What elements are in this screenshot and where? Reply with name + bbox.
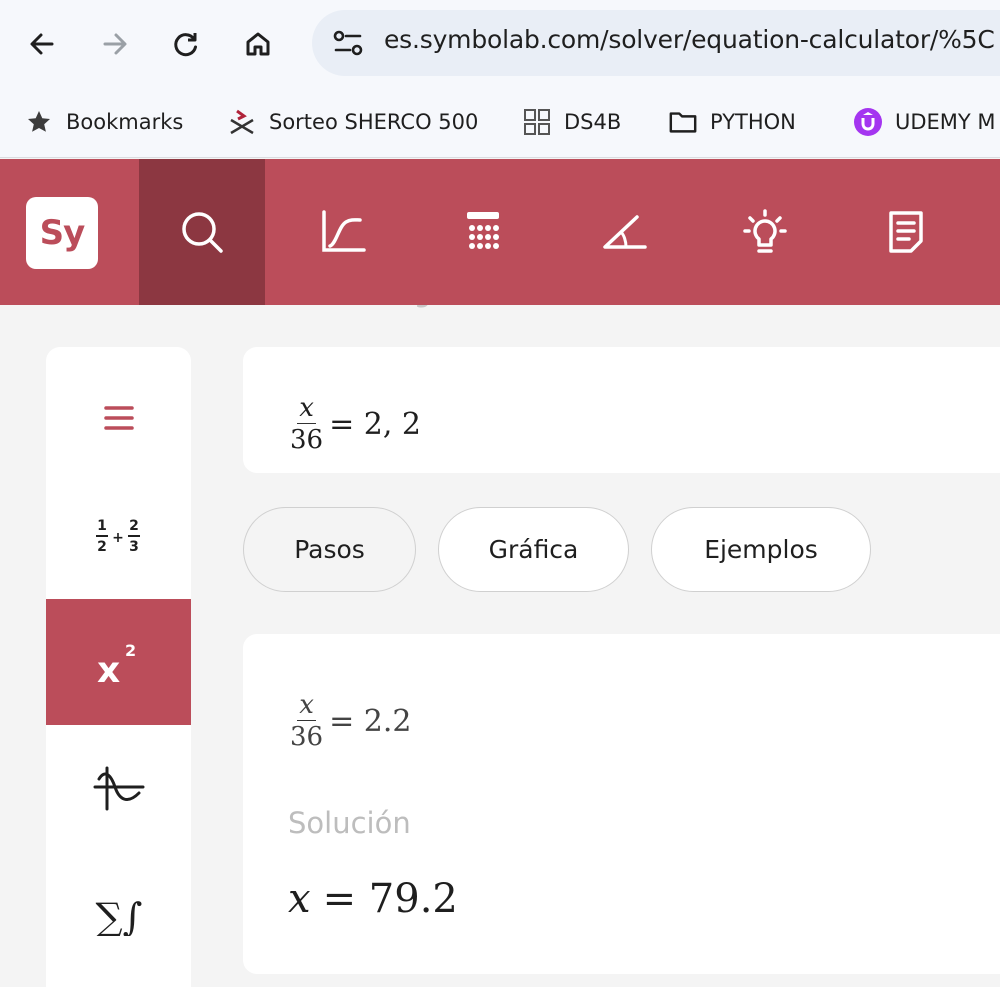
exponent-glyph: 2	[125, 641, 136, 660]
solution-value: = 79.2	[322, 876, 458, 922]
address-bar[interactable]: es.symbolab.com/solver/equation-calculat…	[312, 10, 1000, 76]
calculus-icon: ∑∫	[95, 895, 142, 936]
exponent-icon: x 2	[97, 641, 136, 688]
lightbulb-icon	[743, 209, 787, 253]
sidebar-item-fractions[interactable]: 1 2 + 2 3	[46, 473, 191, 599]
tab-search[interactable]	[139, 159, 265, 305]
fractions-glyph: 2	[97, 539, 107, 555]
bookmark-label: UDEMY M	[895, 110, 996, 134]
reload-icon	[174, 33, 197, 57]
solution-numerator: x	[297, 690, 316, 721]
sidebar-item-functions[interactable]	[46, 725, 191, 851]
site-settings-icon[interactable]	[332, 28, 364, 58]
bookmark-label: PYTHON	[710, 110, 796, 134]
tab-practice[interactable]	[702, 159, 828, 305]
folder-icon	[668, 107, 698, 137]
solution-equation: x 36 = 2.2	[290, 692, 411, 750]
bookmark-bookmarks[interactable]: Bookmarks	[24, 102, 183, 142]
bookmark-label: Bookmarks	[66, 110, 184, 134]
back-button[interactable]	[22, 22, 62, 66]
solution-fraction: x 36	[290, 692, 323, 750]
home-icon	[246, 32, 270, 56]
bookmark-udemy[interactable]: UDEMY M	[853, 102, 996, 142]
solution-card: x 36 = 2.2 Solución x = 79.2	[243, 634, 1000, 974]
ds4b-logo-icon	[522, 107, 552, 137]
calculator-icon	[467, 212, 499, 249]
tab-notebook[interactable]	[843, 159, 969, 305]
bookmark-label: Sorteo SHERCO 500	[269, 110, 479, 134]
menu-icon	[103, 406, 134, 430]
sidebar-item-exponent[interactable]: x 2	[46, 599, 191, 725]
solution-answer: x = 79.2	[288, 876, 458, 922]
angle-icon	[603, 215, 647, 249]
fractions-glyph: 3	[129, 539, 139, 555]
keypad-sidebar: 1 2 + 2 3 x 2 ∑∫	[46, 347, 191, 987]
bookmark-python[interactable]: PYTHON	[668, 102, 796, 142]
sherco-logo-icon	[227, 107, 257, 137]
bookmark-ds4b[interactable]: DS4B	[522, 102, 621, 142]
equation-input-expression: x 36 = 2, 2	[290, 395, 421, 453]
tab-graphing[interactable]	[280, 159, 406, 305]
bookmark-label: DS4B	[564, 110, 622, 134]
arrow-left-icon	[30, 33, 54, 55]
tab-geometry[interactable]	[561, 159, 687, 305]
functions-icon	[93, 766, 144, 811]
star-icon	[24, 107, 54, 137]
solution-rhs: = 2.2	[329, 703, 412, 739]
tab-calculator[interactable]	[420, 159, 546, 305]
fractions-glyph: +	[112, 530, 124, 546]
bookmarks-bar: Bookmarks Sorteo SHERCO 500 DS4B PYTHON …	[0, 88, 1000, 158]
graph-icon	[322, 210, 366, 252]
reload-button[interactable]	[166, 22, 206, 66]
bookmark-sherco[interactable]: Sorteo SHERCO 500	[227, 102, 478, 142]
arrow-right-icon	[103, 33, 127, 55]
exponent-glyph: x	[97, 650, 120, 688]
solution-variable: x	[288, 876, 311, 922]
forward-button[interactable]	[95, 22, 135, 66]
home-button[interactable]	[238, 22, 278, 66]
url-text: es.symbolab.com/solver/equation-calculat…	[384, 25, 995, 54]
notebook-icon	[889, 211, 923, 253]
input-denominator: 36	[290, 425, 324, 455]
sidebar-item-menu[interactable]	[46, 355, 191, 481]
calculus-glyph: ∑∫	[95, 895, 142, 936]
tab-grafica[interactable]: Gráfica	[438, 507, 629, 592]
tab-ejemplos[interactable]: Ejemplos	[651, 507, 871, 592]
solution-denominator: 36	[290, 722, 324, 752]
solution-label: Solución	[288, 806, 411, 840]
input-fraction: x 36	[290, 395, 323, 453]
input-rhs: = 2, 2	[329, 406, 422, 442]
fractions-icon: 1 2 + 2 3	[95, 518, 140, 555]
tab-pasos[interactable]: Pasos	[243, 507, 416, 592]
browser-toolbar: es.symbolab.com/solver/equation-calculat…	[0, 0, 1000, 88]
symbolab-header: Sy	[0, 159, 1000, 305]
symbolab-logo[interactable]: Sy	[26, 197, 98, 269]
udemy-logo-icon	[853, 107, 883, 137]
fractions-glyph: 1	[97, 518, 107, 534]
equation-input[interactable]: x 36 = 2, 2	[243, 347, 1000, 473]
search-icon	[182, 212, 223, 253]
fractions-glyph: 2	[129, 518, 139, 534]
sidebar-item-calculus[interactable]: ∑∫	[46, 851, 191, 977]
input-numerator: x	[297, 393, 316, 424]
